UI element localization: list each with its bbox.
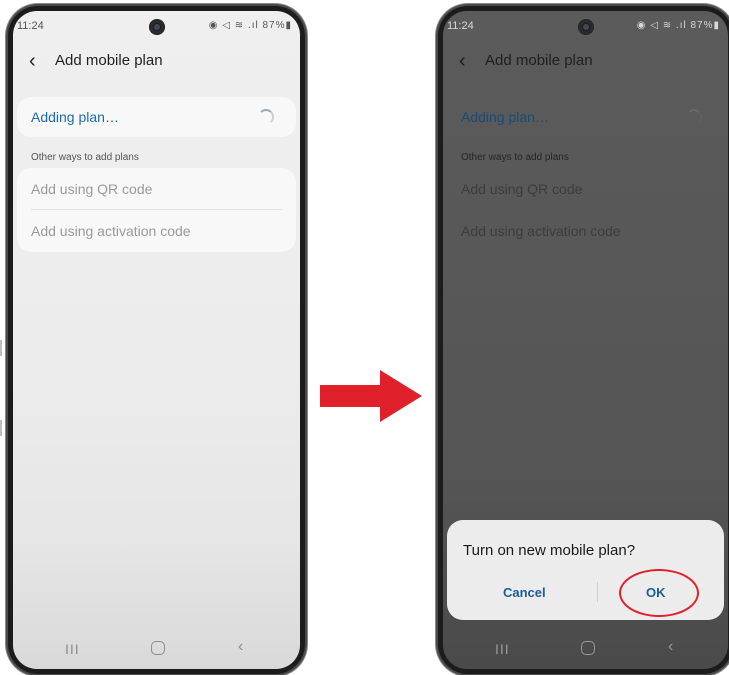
adding-plan-label: Adding plan…	[461, 109, 549, 125]
status-time: 11:24	[17, 20, 44, 32]
home-icon[interactable]	[581, 641, 595, 655]
back-nav-icon[interactable]: ‹	[668, 638, 673, 656]
navigation-bar: III ‹	[443, 631, 728, 669]
app-bar: ‹ Add mobile plan	[13, 46, 300, 78]
section-header: Other ways to add plans	[31, 152, 139, 163]
loading-spinner-icon	[686, 109, 702, 125]
dialog-button-divider	[597, 582, 598, 602]
page-title: Add mobile plan	[485, 52, 593, 69]
adding-plan-label: Adding plan…	[31, 109, 119, 125]
add-using-qr-code-option: Add using QR code	[461, 181, 583, 197]
status-bar: 11:24 ◉ ◁ ≋ .ıl 87%▮	[13, 11, 300, 41]
recents-icon[interactable]: III	[495, 641, 510, 657]
loading-spinner-icon	[258, 109, 274, 125]
turn-on-plan-dialog: Turn on new mobile plan? Cancel OK	[447, 520, 724, 620]
edge-mark	[0, 420, 2, 436]
phone-after: 11:24 ◉ ◁ ≋ .ıl 87%▮ ‹ Add mobile plan A…	[438, 6, 729, 674]
tutorial-canvas: 11:24 ◉ ◁ ≋ .ıl 87%▮ ‹ Add mobile plan A…	[0, 0, 729, 675]
app-bar: ‹ Add mobile plan	[443, 46, 728, 78]
phone-screen-dimmed: 11:24 ◉ ◁ ≋ .ıl 87%▮ ‹ Add mobile plan A…	[443, 11, 728, 669]
ok-highlight-circle	[619, 569, 699, 617]
status-time: 11:24	[447, 20, 474, 32]
status-icons: ◉ ◁ ≋ .ıl 87%▮	[208, 20, 292, 31]
status-icons: ◉ ◁ ≋ .ıl 87%▮	[636, 20, 720, 31]
add-using-activation-code-option: Add using activation code	[461, 223, 621, 239]
page-title: Add mobile plan	[55, 52, 163, 69]
dialog-title: Turn on new mobile plan?	[463, 542, 636, 559]
add-options-card: Add using QR code Add using activation c…	[447, 168, 724, 252]
navigation-bar: III ‹	[13, 631, 300, 669]
front-camera-icon	[577, 19, 594, 35]
adding-plan-row: Adding plan…	[17, 97, 296, 137]
status-bar: 11:24 ◉ ◁ ≋ .ıl 87%▮	[443, 11, 728, 41]
adding-plan-row: Adding plan…	[447, 97, 724, 137]
edge-mark	[0, 340, 2, 356]
arrow-right-icon	[320, 370, 422, 422]
front-camera-icon	[148, 19, 165, 35]
recents-icon[interactable]: III	[65, 641, 80, 657]
cancel-button[interactable]: Cancel	[503, 585, 546, 600]
add-using-qr-code-option[interactable]: Add using QR code	[31, 168, 282, 210]
phone-before: 11:24 ◉ ◁ ≋ .ıl 87%▮ ‹ Add mobile plan A…	[8, 6, 305, 674]
add-using-activation-code-option[interactable]: Add using activation code	[31, 210, 282, 252]
section-header: Other ways to add plans	[461, 152, 569, 163]
phone-screen: 11:24 ◉ ◁ ≋ .ıl 87%▮ ‹ Add mobile plan A…	[13, 11, 300, 669]
back-arrow-icon: ‹	[459, 50, 466, 72]
add-options-card: Add using QR code Add using activation c…	[17, 168, 296, 252]
back-arrow-icon[interactable]: ‹	[29, 50, 36, 72]
home-icon[interactable]	[151, 641, 165, 655]
back-nav-icon[interactable]: ‹	[238, 638, 243, 656]
